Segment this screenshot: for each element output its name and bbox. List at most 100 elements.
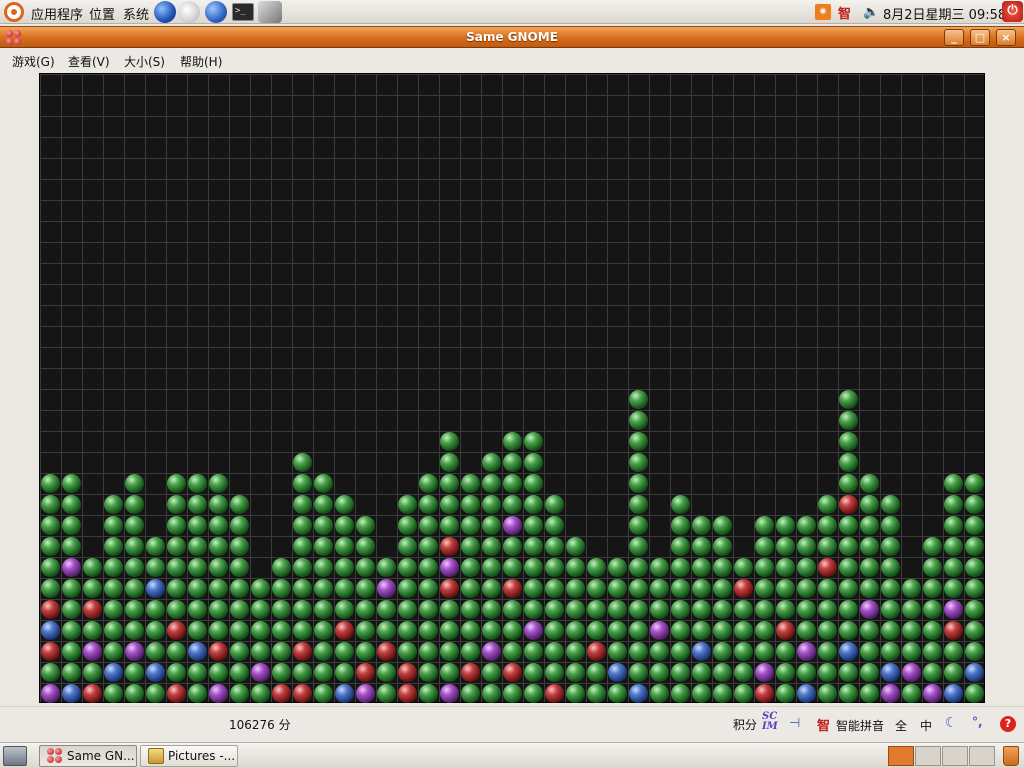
- ball-green[interactable]: [965, 579, 984, 598]
- ball-green[interactable]: [167, 495, 186, 514]
- ball-green[interactable]: [839, 537, 858, 556]
- ball-purple[interactable]: [524, 621, 543, 640]
- ball-green[interactable]: [797, 516, 816, 535]
- ball-green[interactable]: [440, 621, 459, 640]
- ball-green[interactable]: [356, 600, 375, 619]
- ball-green[interactable]: [545, 642, 564, 661]
- ball-green[interactable]: [251, 642, 270, 661]
- ball-green[interactable]: [398, 600, 417, 619]
- ball-green[interactable]: [41, 516, 60, 535]
- ball-green[interactable]: [440, 432, 459, 451]
- ball-green[interactable]: [545, 621, 564, 640]
- ball-green[interactable]: [398, 642, 417, 661]
- ball-purple[interactable]: [251, 663, 270, 682]
- ball-green[interactable]: [62, 600, 81, 619]
- ball-green[interactable]: [503, 495, 522, 514]
- ball-green[interactable]: [524, 684, 543, 703]
- ball-green[interactable]: [671, 621, 690, 640]
- ball-green[interactable]: [377, 558, 396, 577]
- ball-green[interactable]: [314, 516, 333, 535]
- ball-green[interactable]: [839, 558, 858, 577]
- ball-green[interactable]: [62, 516, 81, 535]
- ball-green[interactable]: [461, 558, 480, 577]
- ball-green[interactable]: [419, 600, 438, 619]
- ball-green[interactable]: [461, 684, 480, 703]
- clock[interactable]: 8月2日星期三 09:58: [883, 4, 1006, 23]
- ball-green[interactable]: [671, 579, 690, 598]
- ball-green[interactable]: [377, 684, 396, 703]
- ball-green[interactable]: [398, 516, 417, 535]
- ball-green[interactable]: [587, 621, 606, 640]
- ball-purple[interactable]: [944, 600, 963, 619]
- workspace-3[interactable]: [942, 746, 968, 766]
- ball-green[interactable]: [965, 642, 984, 661]
- ball-green[interactable]: [167, 558, 186, 577]
- ball-green[interactable]: [209, 495, 228, 514]
- ball-green[interactable]: [419, 558, 438, 577]
- ball-green[interactable]: [566, 537, 585, 556]
- ball-green[interactable]: [629, 411, 648, 430]
- ball-purple[interactable]: [503, 516, 522, 535]
- ball-green[interactable]: [356, 642, 375, 661]
- menu-applications[interactable]: 应用程序: [31, 4, 83, 23]
- ball-red[interactable]: [944, 621, 963, 640]
- ball-green[interactable]: [104, 600, 123, 619]
- ball-green[interactable]: [146, 537, 165, 556]
- ball-red[interactable]: [545, 684, 564, 703]
- ball-green[interactable]: [860, 537, 879, 556]
- ball-green[interactable]: [797, 579, 816, 598]
- ball-green[interactable]: [314, 600, 333, 619]
- ball-green[interactable]: [41, 474, 60, 493]
- ball-green[interactable]: [587, 684, 606, 703]
- ball-green[interactable]: [629, 600, 648, 619]
- ball-green[interactable]: [839, 390, 858, 409]
- ball-green[interactable]: [902, 684, 921, 703]
- ball-green[interactable]: [860, 663, 879, 682]
- ball-green[interactable]: [944, 495, 963, 514]
- ball-green[interactable]: [587, 558, 606, 577]
- ball-green[interactable]: [818, 516, 837, 535]
- ball-green[interactable]: [293, 516, 312, 535]
- ball-green[interactable]: [839, 621, 858, 640]
- ball-green[interactable]: [503, 537, 522, 556]
- volume-icon[interactable]: 🔈: [863, 5, 879, 20]
- ball-green[interactable]: [356, 621, 375, 640]
- ball-green[interactable]: [692, 684, 711, 703]
- ball-green[interactable]: [524, 558, 543, 577]
- ball-green[interactable]: [545, 537, 564, 556]
- ball-red[interactable]: [398, 684, 417, 703]
- ball-green[interactable]: [167, 516, 186, 535]
- ball-green[interactable]: [839, 453, 858, 472]
- ball-purple[interactable]: [440, 684, 459, 703]
- ball-green[interactable]: [944, 579, 963, 598]
- menu-system[interactable]: 系统: [123, 4, 149, 23]
- ball-green[interactable]: [524, 663, 543, 682]
- ball-green[interactable]: [776, 516, 795, 535]
- ball-red[interactable]: [293, 684, 312, 703]
- ball-green[interactable]: [608, 558, 627, 577]
- ball-green[interactable]: [692, 537, 711, 556]
- ball-green[interactable]: [188, 474, 207, 493]
- ball-green[interactable]: [629, 516, 648, 535]
- ball-green[interactable]: [188, 684, 207, 703]
- ball-green[interactable]: [944, 642, 963, 661]
- ball-green[interactable]: [482, 495, 501, 514]
- ball-red[interactable]: [503, 663, 522, 682]
- ball-green[interactable]: [713, 684, 732, 703]
- ball-green[interactable]: [818, 621, 837, 640]
- ball-green[interactable]: [545, 600, 564, 619]
- ball-green[interactable]: [902, 642, 921, 661]
- ball-green[interactable]: [83, 579, 102, 598]
- ball-green[interactable]: [146, 558, 165, 577]
- ball-green[interactable]: [461, 474, 480, 493]
- ball-green[interactable]: [692, 558, 711, 577]
- ball-green[interactable]: [251, 684, 270, 703]
- ball-green[interactable]: [503, 474, 522, 493]
- ball-green[interactable]: [524, 600, 543, 619]
- ball-green[interactable]: [965, 474, 984, 493]
- ball-green[interactable]: [293, 579, 312, 598]
- ball-green[interactable]: [650, 600, 669, 619]
- ball-green[interactable]: [293, 537, 312, 556]
- ball-purple[interactable]: [125, 642, 144, 661]
- ball-green[interactable]: [461, 537, 480, 556]
